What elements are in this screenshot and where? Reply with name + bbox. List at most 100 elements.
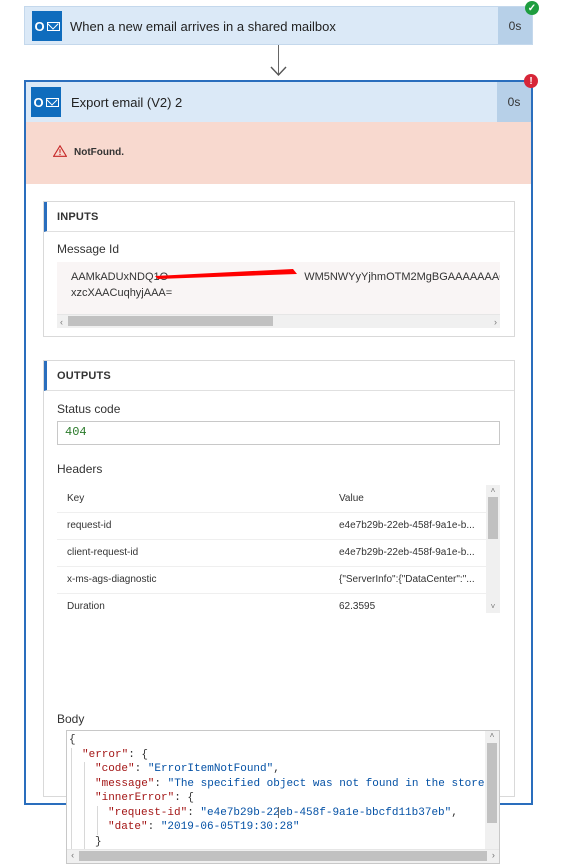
indent-guide bbox=[71, 820, 72, 835]
indent-guide bbox=[71, 834, 72, 849]
status-code-value[interactable]: 404 bbox=[57, 421, 500, 445]
outlook-icon: O bbox=[32, 11, 62, 41]
error-icon: ! bbox=[524, 74, 538, 88]
action-header[interactable]: O Export email (V2) 2 0s bbox=[26, 82, 531, 122]
indent-guide bbox=[84, 776, 85, 791]
code-token: : { bbox=[128, 748, 149, 761]
scroll-thumb[interactable] bbox=[68, 316, 273, 326]
code-line: "message": "The specified object was not… bbox=[67, 776, 499, 791]
header-value: e4e7b29b-22eb-458f-9a1e-b... bbox=[329, 512, 486, 540]
code-token: "ErrorItemNotFound" bbox=[147, 763, 274, 775]
warning-icon bbox=[53, 145, 67, 157]
action-title: Export email (V2) 2 bbox=[71, 95, 183, 110]
scroll-right-icon[interactable]: › bbox=[494, 317, 497, 327]
code-line: "error": { bbox=[67, 747, 485, 762]
code-line: { bbox=[67, 733, 485, 748]
code-line: } bbox=[67, 834, 485, 849]
scroll-up-icon[interactable]: ˄ bbox=[486, 485, 500, 497]
code-token: , bbox=[273, 763, 280, 775]
code-token: } bbox=[95, 835, 102, 848]
body-vscrollbar[interactable]: ˄ bbox=[485, 731, 499, 849]
body-code: {"error": {"code": "ErrorItemNotFound", "… bbox=[67, 733, 499, 849]
body-label: Body bbox=[57, 712, 85, 726]
code-token: : bbox=[154, 777, 168, 790]
scroll-up-icon[interactable]: ˄ bbox=[485, 731, 499, 743]
code-token: : bbox=[134, 763, 148, 775]
code-token: "code" bbox=[95, 763, 135, 775]
status-code-label: Status code bbox=[57, 402, 121, 416]
trigger-title: When a new email arrives in a shared mai… bbox=[70, 19, 336, 34]
message-id-hscrollbar[interactable]: ‹ › bbox=[57, 314, 500, 328]
indent-guide bbox=[84, 820, 85, 835]
redaction-mark bbox=[155, 269, 297, 279]
headers-table-container[interactable]: Key Value request-id e4e7b29b-22eb-458f-… bbox=[57, 485, 500, 613]
scroll-thumb[interactable] bbox=[488, 497, 498, 539]
header-value: {"ServerInfo":{"DataCenter":"... bbox=[329, 566, 486, 594]
headers-label: Headers bbox=[57, 462, 103, 476]
scroll-right-icon[interactable]: › bbox=[491, 849, 496, 863]
code-token: , bbox=[451, 806, 458, 819]
indent-guide bbox=[71, 791, 72, 806]
indent-guide bbox=[84, 791, 85, 806]
code-line: "code": "ErrorItemNotFound", bbox=[67, 762, 485, 777]
header-key: client-request-id bbox=[57, 539, 329, 567]
code-token: "message" bbox=[95, 777, 155, 790]
code-token: "The specified object was not found in t… bbox=[167, 777, 498, 790]
code-token: "error" bbox=[82, 748, 129, 761]
table-row[interactable]: client-request-id e4e7b29b-22eb-458f-9a1… bbox=[57, 539, 486, 567]
message-id-line1-end: WM5NWYyYjhmOTM2MgBGAAAAAAAC bbox=[304, 271, 500, 283]
outlook-icon: O bbox=[31, 87, 61, 117]
headers-col-key: Key bbox=[57, 485, 329, 513]
outputs-heading: OUTPUTS bbox=[44, 361, 514, 391]
indent-guide bbox=[71, 747, 72, 762]
indent-guide bbox=[97, 820, 98, 835]
inputs-heading: INPUTS bbox=[44, 202, 514, 232]
table-row[interactable]: x-ms-ags-diagnostic {"ServerInfo":{"Data… bbox=[57, 566, 486, 594]
check-icon: ✓ bbox=[525, 1, 539, 15]
action-card[interactable]: O Export email (V2) 2 0s NotFound. INPUT… bbox=[24, 80, 533, 864]
header-key: Duration bbox=[57, 593, 329, 613]
header-value: e4e7b29b-22eb-458f-9a1e-b... bbox=[329, 539, 486, 567]
code-token: { bbox=[69, 734, 76, 746]
outputs-section: OUTPUTS Status code 404 Headers Key Valu… bbox=[43, 360, 515, 864]
header-key: request-id bbox=[57, 512, 329, 540]
message-id-value[interactable]: AAMkADUxNDQ1O WM5NWYyYjhmOTM2MgBGAAAAAAAC… bbox=[57, 262, 500, 314]
message-id-label: Message Id bbox=[57, 242, 120, 256]
code-token: "request-id" bbox=[108, 806, 188, 819]
table-row[interactable]: request-id e4e7b29b-22eb-458f-9a1e-b... bbox=[57, 512, 486, 540]
body-code-box[interactable]: {"error": {"code": "ErrorItemNotFound", "… bbox=[66, 730, 500, 864]
headers-table: Key Value request-id e4e7b29b-22eb-458f-… bbox=[57, 485, 486, 613]
code-token: "e4e7b29b-22eb-458f-9a1e-bbcfd11b37eb" bbox=[200, 806, 452, 819]
indent-guide bbox=[84, 762, 85, 777]
scroll-left-icon[interactable]: ‹ bbox=[70, 849, 75, 863]
message-id-field[interactable]: AAMkADUxNDQ1O WM5NWYyYjhmOTM2MgBGAAAAAAAC… bbox=[57, 262, 500, 328]
error-banner: NotFound. bbox=[26, 122, 531, 184]
scroll-thumb[interactable] bbox=[79, 851, 487, 861]
header-key: x-ms-ags-diagnostic bbox=[57, 566, 329, 594]
action-duration: 0s bbox=[497, 82, 531, 122]
code-token: : bbox=[147, 821, 161, 833]
error-message: NotFound. bbox=[74, 147, 124, 158]
headers-table-header: Key Value bbox=[57, 485, 486, 513]
inputs-section: INPUTS Message Id AAMkADUxNDQ1O WM5NWYyYj… bbox=[43, 201, 515, 337]
code-token: : { bbox=[174, 792, 195, 804]
scroll-left-icon[interactable]: ‹ bbox=[60, 317, 63, 327]
code-token: "2019-06-05T19:30:28" bbox=[160, 821, 300, 833]
indent-guide bbox=[71, 762, 72, 777]
connector-line bbox=[278, 807, 279, 818]
code-token: "innerError" bbox=[95, 792, 175, 804]
code-line: "date": "2019-06-05T19:30:28" bbox=[67, 820, 485, 835]
table-row[interactable]: Duration 62.3595 bbox=[57, 593, 486, 613]
headers-col-value: Value bbox=[329, 485, 486, 513]
body-hscrollbar[interactable]: ‹ › bbox=[67, 849, 499, 863]
code-token: : bbox=[187, 806, 201, 819]
indent-guide bbox=[84, 834, 85, 849]
header-value: 62.3595 bbox=[329, 593, 486, 613]
code-token: "date" bbox=[108, 821, 148, 833]
scroll-down-icon[interactable]: ˅ bbox=[486, 601, 500, 613]
scroll-thumb[interactable] bbox=[487, 743, 497, 823]
headers-vscrollbar[interactable]: ˄ ˅ bbox=[486, 485, 500, 613]
indent-guide bbox=[71, 776, 72, 791]
message-id-line2: xzcXAACuqhyjAAA= bbox=[71, 287, 173, 299]
trigger-card[interactable]: O When a new email arrives in a shared m… bbox=[24, 6, 533, 45]
